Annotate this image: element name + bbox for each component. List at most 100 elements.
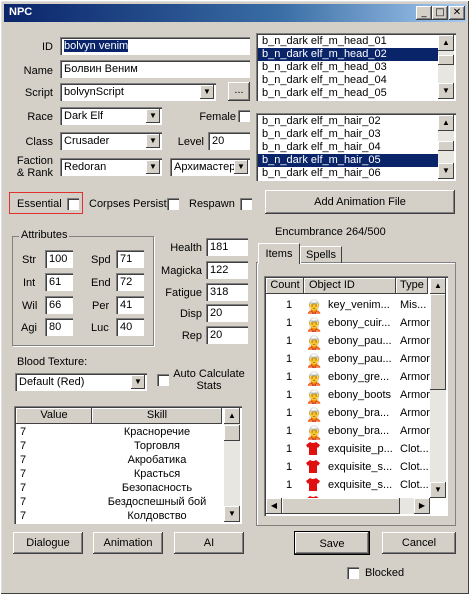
scroll-down-icon[interactable]: ▼ <box>224 506 240 522</box>
chevron-down-icon[interactable]: ▼ <box>234 160 248 174</box>
scroll-up-icon[interactable]: ▲ <box>438 115 454 131</box>
table-row[interactable]: 7 Бездоспешный бой <box>16 495 222 509</box>
save-button[interactable]: Save <box>294 531 370 555</box>
luc-field[interactable]: 40 <box>116 318 144 336</box>
faction-select[interactable]: Redoran ▼ <box>60 158 162 176</box>
rep-field[interactable]: 20 <box>206 326 248 344</box>
list-item[interactable]: b_n_dark elf_m_head_01 <box>258 35 454 48</box>
corpses-persist-checkbox[interactable] <box>167 198 179 210</box>
name-field[interactable]: Болвин Веним <box>60 60 250 78</box>
hair-list[interactable]: b_n_dark elf_m_hair_02 b_n_dark elf_m_ha… <box>256 113 456 181</box>
skills-table[interactable]: Value Skill 7 Красноречие 7 Торговля 7 Акроба… <box>14 406 242 524</box>
chevron-down-icon[interactable]: ▼ <box>146 134 160 148</box>
str-field[interactable]: 100 <box>45 250 73 268</box>
inventory-table[interactable]: Count Object ID Type 1 🧝 key_venim... Mis..… <box>264 276 448 516</box>
table-row[interactable]: 1 🧝 ebony_cuir... Armor <box>266 314 430 332</box>
count-column-header[interactable]: Count <box>266 278 304 294</box>
animation-button[interactable]: Animation <box>93 532 163 554</box>
title-bar[interactable]: NPC _ □ ✕ <box>4 4 466 22</box>
scroll-left-icon[interactable]: ◀ <box>266 498 282 514</box>
value-column-header[interactable]: Value <box>16 408 92 424</box>
hscroll-thumb[interactable] <box>282 498 400 514</box>
type-column-header[interactable]: Type <box>396 278 428 294</box>
scroll-thumb[interactable] <box>430 294 446 390</box>
class-select[interactable]: Crusader ▼ <box>60 132 162 150</box>
table-row[interactable]: 1 🧝 key_venim... Mis... <box>266 296 430 314</box>
scroll-up-icon[interactable]: ▲ <box>438 35 454 51</box>
object-id-column-header[interactable]: Object ID <box>304 278 396 294</box>
chevron-down-icon[interactable]: ▼ <box>146 109 160 123</box>
scroll-up-icon[interactable]: ▲ <box>224 408 240 424</box>
essential-checkbox[interactable] <box>67 198 79 210</box>
table-row[interactable]: 1 🧝 ebony_bra... Armor <box>266 422 430 440</box>
race-select[interactable]: Dark Elf ▼ <box>60 107 162 125</box>
list-item[interactable]: b_n_dark elf_m_head_05 <box>258 87 454 100</box>
minimize-icon[interactable]: _ <box>416 6 432 20</box>
scroll-thumb[interactable] <box>224 425 240 441</box>
list-item[interactable]: b_n_dark elf_m_hair_03 <box>258 128 454 141</box>
health-field[interactable]: 181 <box>206 238 248 256</box>
script-select[interactable]: bolvynScript ▼ <box>60 83 216 101</box>
table-row[interactable]: 1 🧝 ebony_pau... Armor <box>266 332 430 350</box>
scroll-thumb[interactable] <box>438 55 454 65</box>
table-row[interactable]: 7 Торговля <box>16 439 222 453</box>
skills-scrollbar[interactable]: ▲ ▼ <box>224 408 240 522</box>
scroll-down-icon[interactable]: ▼ <box>438 83 454 99</box>
rank-select[interactable]: Архимастер ▼ <box>170 158 250 176</box>
table-row[interactable]: 1 🧝 ebony_boots Armor <box>266 386 430 404</box>
list-item[interactable]: b_n_dark elf_m_head_02 <box>258 48 454 61</box>
table-row[interactable]: 1 🧝 ebony_pau... Armor <box>266 350 430 368</box>
scroll-up-icon[interactable]: ▲ <box>430 278 446 294</box>
female-checkbox[interactable] <box>238 110 250 122</box>
id-field[interactable]: bolvyn venim <box>60 37 250 55</box>
cancel-button[interactable]: Cancel <box>382 532 456 554</box>
head-list[interactable]: b_n_dark elf_m_head_01 b_n_dark elf_m_he… <box>256 33 456 101</box>
table-row[interactable]: 1 exquisite_s... Clot... <box>266 458 430 476</box>
tab-items[interactable]: Items <box>258 243 300 264</box>
table-row[interactable]: 1 🧝 ebony_gre... Armor <box>266 368 430 386</box>
skill-column-header[interactable]: Skill <box>92 408 222 424</box>
chevron-down-icon[interactable]: ▼ <box>131 375 145 389</box>
table-row[interactable]: 7 Красться <box>16 467 222 481</box>
ai-button[interactable]: AI <box>174 532 244 554</box>
end-field[interactable]: 72 <box>116 273 144 291</box>
table-row[interactable]: 1 exquisite_s... Clot... <box>266 476 430 494</box>
list-item[interactable]: b_n_dark elf_m_hair_04 <box>258 141 454 154</box>
auto-calculate-checkbox[interactable] <box>157 374 169 386</box>
table-row[interactable]: 7 Акробатика <box>16 453 222 467</box>
table-row[interactable]: 7 Безопасность <box>16 481 222 495</box>
add-animation-button[interactable]: Add Animation File <box>265 190 455 214</box>
list-item[interactable]: b_n_dark elf_m_head_03 <box>258 61 454 74</box>
script-browse-button[interactable]: ... <box>228 82 250 101</box>
level-field[interactable]: 20 <box>208 132 250 150</box>
chevron-down-icon[interactable]: ▼ <box>200 85 214 99</box>
list-item[interactable]: b_n_dark elf_m_hair_06 <box>258 167 454 180</box>
scroll-down-icon[interactable]: ▼ <box>438 163 454 179</box>
hair-list-scrollbar[interactable]: ▲ ▼ <box>438 115 454 179</box>
int-field[interactable]: 61 <box>45 273 73 291</box>
fatigue-field[interactable]: 318 <box>206 283 248 301</box>
blocked-checkbox[interactable] <box>347 567 359 579</box>
blood-texture-select[interactable]: Default (Red) ▼ <box>15 373 147 391</box>
scroll-down-icon[interactable]: ▼ <box>430 482 446 498</box>
disp-field[interactable]: 20 <box>206 304 248 322</box>
agi-field[interactable]: 80 <box>45 318 73 336</box>
list-item[interactable]: b_n_dark elf_m_head_04 <box>258 74 454 87</box>
head-list-scrollbar[interactable]: ▲ ▼ <box>438 35 454 99</box>
inventory-vscroll[interactable]: ▲ ▼ <box>430 278 446 498</box>
close-icon[interactable]: ✕ <box>449 6 465 20</box>
chevron-down-icon[interactable]: ▼ <box>146 160 160 174</box>
wil-field[interactable]: 66 <box>45 296 73 314</box>
list-item[interactable]: b_n_dark elf_m_hair_05 <box>258 154 454 167</box>
table-row[interactable]: 1 🧝 ebony_bra... Armor <box>266 404 430 422</box>
scroll-right-icon[interactable]: ▶ <box>414 498 430 514</box>
magicka-field[interactable]: 122 <box>206 261 248 279</box>
spd-field[interactable]: 71 <box>116 250 144 268</box>
list-item[interactable]: b_n_dark elf_m_hair_02 <box>258 115 454 128</box>
respawn-checkbox[interactable] <box>240 198 252 210</box>
table-row[interactable]: 7 Колдовство <box>16 509 222 523</box>
per-field[interactable]: 41 <box>116 296 144 314</box>
scroll-thumb[interactable] <box>438 141 454 151</box>
table-row[interactable]: 1 exquisite_p... Clot... <box>266 440 430 458</box>
inventory-hscroll[interactable]: ◀ ▶ <box>266 498 430 514</box>
